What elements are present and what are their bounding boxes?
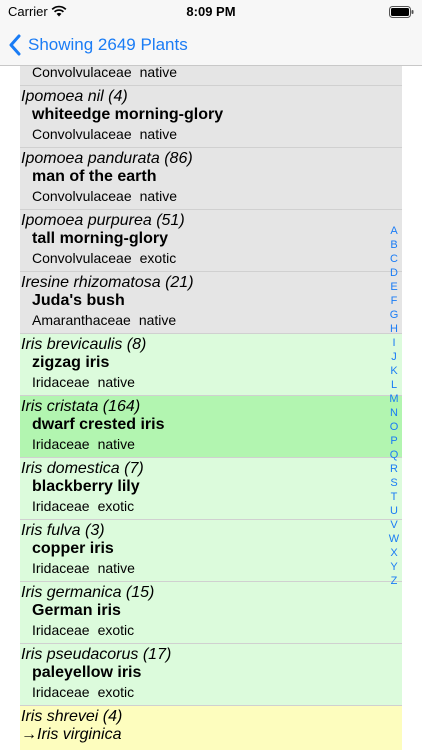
status-label: native xyxy=(97,436,135,452)
list-item[interactable]: Iris brevicaulis (8) zigzag iris Iridace… xyxy=(20,334,402,396)
status-label: native xyxy=(139,126,177,142)
common-name: blackberry lily xyxy=(32,478,140,495)
scientific-name: Iris domestica (7) xyxy=(21,460,144,477)
battery-icon xyxy=(389,6,414,18)
index-letter[interactable]: N xyxy=(386,406,402,420)
index-letter[interactable]: A xyxy=(386,224,402,238)
back-button-label: Showing 2649 Plants xyxy=(28,35,188,54)
status-time: 8:09 PM xyxy=(186,4,236,19)
status-label: exotic xyxy=(97,684,135,700)
list-item-synonym[interactable]: Iris shrevei (4) →Iris virginica xyxy=(20,706,402,750)
common-name: zigzag iris xyxy=(32,354,110,371)
status-label: native xyxy=(97,374,135,390)
chevron-left-icon xyxy=(9,34,21,56)
index-letter[interactable]: G xyxy=(386,308,402,322)
index-letter[interactable]: O xyxy=(386,420,402,434)
list-item[interactable]: Ipomoea purpurea (51) tall morning-glory… xyxy=(20,210,402,272)
family-label: Iridaceae native xyxy=(32,374,135,390)
scientific-name: Ipomoea purpurea (51) xyxy=(21,212,185,229)
index-letter[interactable]: B xyxy=(386,238,402,252)
index-letter[interactable]: U xyxy=(386,504,402,518)
index-letter[interactable]: X xyxy=(386,546,402,560)
family-label: Iridaceae exotic xyxy=(32,498,135,514)
common-name: whiteedge morning-glory xyxy=(32,106,224,123)
status-bar: Carrier 8:09 PM xyxy=(0,0,422,24)
index-letter[interactable]: K xyxy=(386,364,402,378)
list-item[interactable]: Iris germanica (15) German iris Iridacea… xyxy=(20,582,402,644)
plant-list[interactable]: Convolvulaceae native Ipomoea nil (4) whi… xyxy=(20,66,402,750)
status-label: native xyxy=(138,312,177,328)
family-label: Convolvulaceae native xyxy=(32,66,177,80)
family-label: Amaranthaceae native xyxy=(32,312,177,328)
index-letter[interactable]: F xyxy=(386,294,402,308)
index-letter[interactable]: R xyxy=(386,462,402,476)
list-item[interactable]: Iresine rhizomatosa (21) Juda's bush Ama… xyxy=(20,272,402,334)
index-letter[interactable]: J xyxy=(386,350,402,364)
list-item[interactable]: Iris fulva (3) copper iris Iridaceae nati… xyxy=(20,520,402,582)
family-label: Iridaceae native xyxy=(32,560,135,576)
family-label: Iridaceae native xyxy=(32,436,135,452)
status-label: native xyxy=(139,66,177,80)
list-item[interactable]: Convolvulaceae native xyxy=(20,66,402,86)
scientific-name: Iris fulva (3) xyxy=(21,522,105,539)
status-label: exotic xyxy=(97,498,135,514)
index-letter[interactable]: C xyxy=(386,252,402,266)
family-label: Iridaceae exotic xyxy=(32,684,135,700)
family-label: Convolvulaceae exotic xyxy=(32,250,177,266)
back-button[interactable]: Showing 2649 Plants xyxy=(8,24,188,66)
common-name: Juda's bush xyxy=(32,292,125,309)
common-name: paleyellow iris xyxy=(32,664,142,681)
list-item-highlighted[interactable]: Iris cristata (164) dwarf crested iris I… xyxy=(20,396,402,458)
list-item[interactable]: Iris domestica (7) blackberry lily Irida… xyxy=(20,458,402,520)
navigation-bar: Showing 2649 Plants xyxy=(0,24,422,66)
family-label: Iridaceae exotic xyxy=(32,622,135,638)
scientific-name: Iris brevicaulis (8) xyxy=(21,336,147,353)
index-letter[interactable]: W xyxy=(386,532,402,546)
scientific-name: Ipomoea nil (4) xyxy=(21,88,128,105)
status-label: native xyxy=(139,188,177,204)
section-index[interactable]: A B C D E F G H I J K L M N O P Q R S T … xyxy=(386,224,402,588)
status-label: exotic xyxy=(139,250,177,266)
scientific-name: Ipomoea pandurata (86) xyxy=(21,150,193,167)
common-name: dwarf crested iris xyxy=(32,416,165,433)
common-name: copper iris xyxy=(32,540,114,557)
scientific-name: Iris germanica (15) xyxy=(21,584,155,601)
index-letter[interactable]: S xyxy=(386,476,402,490)
list-item[interactable]: Iris pseudacorus (17) paleyellow iris Ir… xyxy=(20,644,402,706)
index-letter[interactable]: Z xyxy=(386,574,402,588)
index-letter[interactable]: V xyxy=(386,518,402,532)
family-label: Convolvulaceae native xyxy=(32,126,177,142)
index-letter[interactable]: T xyxy=(386,490,402,504)
index-letter[interactable]: I xyxy=(386,336,402,350)
status-label: native xyxy=(97,560,135,576)
scientific-name: Iresine rhizomatosa (21) xyxy=(21,274,194,291)
index-letter[interactable]: L xyxy=(386,378,402,392)
index-letter[interactable]: D xyxy=(386,266,402,280)
status-label: exotic xyxy=(97,622,135,638)
index-letter[interactable]: Q xyxy=(386,448,402,462)
index-letter[interactable]: M xyxy=(386,392,402,406)
common-name: man of the earth xyxy=(32,168,157,185)
index-letter[interactable]: E xyxy=(386,280,402,294)
index-letter[interactable]: P xyxy=(386,434,402,448)
index-letter[interactable]: H xyxy=(386,322,402,336)
common-name: German iris xyxy=(32,602,121,619)
index-letter[interactable]: Y xyxy=(386,560,402,574)
scientific-name: Iris pseudacorus (17) xyxy=(21,646,172,663)
scientific-name: Iris cristata (164) xyxy=(21,398,141,415)
list-item[interactable]: Ipomoea nil (4) whiteedge morning-glory … xyxy=(20,86,402,148)
common-name: tall morning-glory xyxy=(32,230,168,247)
scientific-name: Iris shrevei (4) xyxy=(21,708,123,725)
family-label: Convolvulaceae native xyxy=(32,188,177,204)
synonym-link: →Iris virginica xyxy=(21,726,122,743)
list-item[interactable]: Ipomoea pandurata (86) man of the earth … xyxy=(20,148,402,210)
